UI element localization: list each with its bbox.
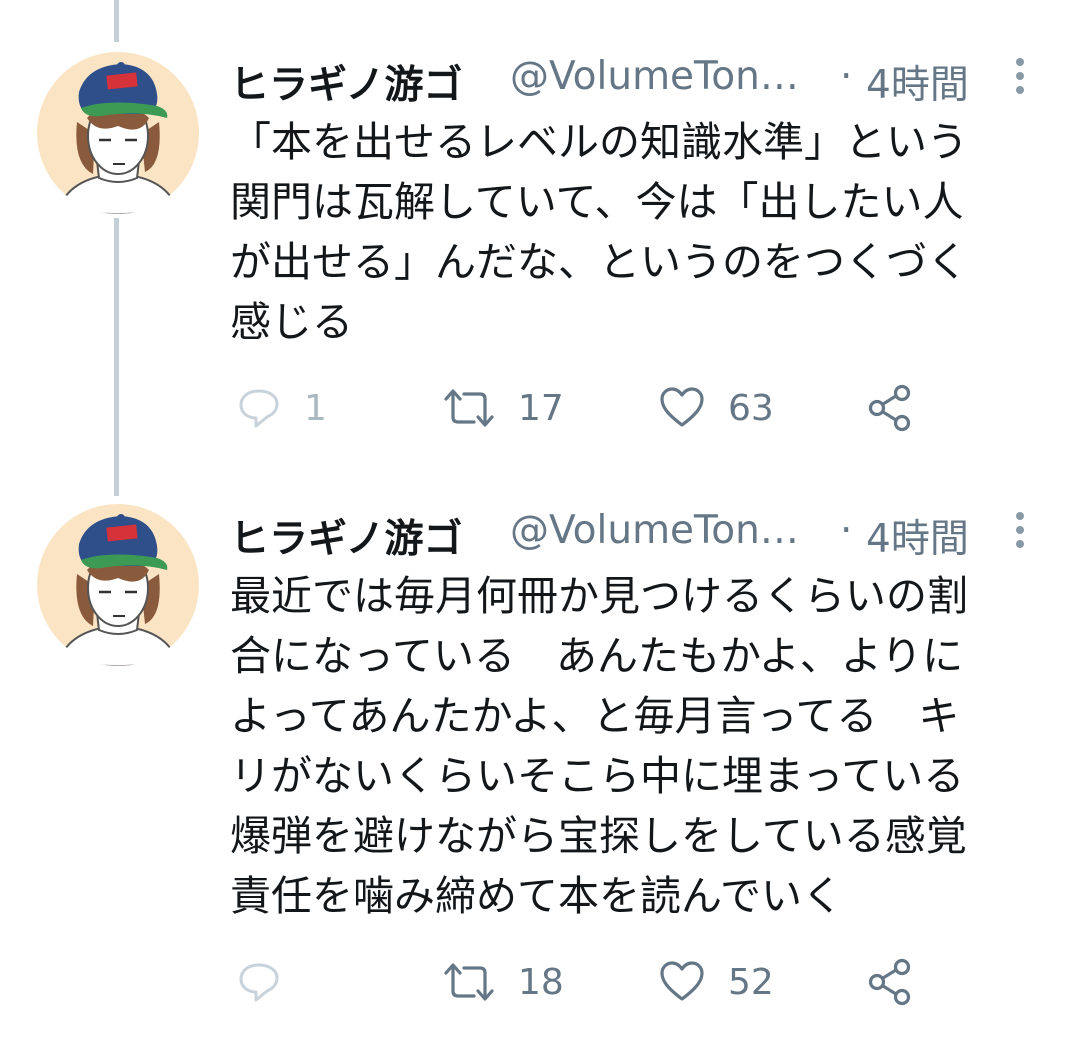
avatar[interactable]	[37, 52, 199, 214]
like-button[interactable]: 63	[658, 378, 774, 438]
tweet-text-line: 関門は瓦解していて、今は「出したい人	[230, 178, 964, 226]
share-button[interactable]	[866, 378, 916, 438]
display-name[interactable]: ヒラギノ游ゴ	[230, 508, 462, 564]
retweet-icon	[444, 389, 494, 427]
tweet-text: 「本を出せるレベルの知識水準」という 関門は瓦解していて、今は「出したい人 が出せる…	[230, 112, 1050, 352]
user-handle[interactable]: @VolumeTon…	[510, 54, 799, 99]
tweet-text-line: 最近では毎月何冊か見つけるくらいの割	[230, 572, 968, 620]
meta-separator: ·	[840, 508, 853, 553]
share-icon	[868, 958, 911, 1006]
avatar[interactable]	[37, 504, 199, 666]
tweet-actions: 1 17 63	[230, 378, 1050, 438]
like-button[interactable]: 52	[658, 952, 774, 1012]
avatar-illustration-icon	[55, 62, 181, 214]
tweet-header: ヒラギノ游ゴ @VolumeTon… · 4時間	[230, 508, 1050, 568]
retweet-count: 17	[518, 387, 564, 429]
like-count: 63	[728, 387, 774, 429]
share-button[interactable]	[866, 952, 916, 1012]
timestamp[interactable]: 4時間	[866, 54, 969, 110]
tweet-text-line: よってあんたかよ、と毎月言ってる キ	[230, 692, 960, 740]
reply-button[interactable]: 1	[236, 378, 327, 438]
tweet-text-line: が出せる」んだな、というのをつくづく	[230, 238, 968, 286]
retweet-count: 18	[518, 961, 564, 1003]
timestamp[interactable]: 4時間	[866, 508, 969, 564]
like-count: 52	[728, 961, 774, 1003]
user-handle[interactable]: @VolumeTon…	[510, 508, 799, 553]
tweet-text-line: 責任を噛み締めて本を読んでいく	[230, 872, 843, 920]
display-name[interactable]: ヒラギノ游ゴ	[230, 54, 462, 110]
tweet-2[interactable]: ヒラギノ游ゴ @VolumeTon… · 4時間 最近では毎月何冊か見つけるくら…	[0, 496, 1080, 1038]
tweet-text: 最近では毎月何冊か見つけるくらいの割 合になっている あんたもかよ、よりに よってあ…	[230, 566, 1050, 926]
reply-button[interactable]	[236, 952, 304, 1012]
tweet-header: ヒラギノ游ゴ @VolumeTon… · 4時間	[230, 54, 1050, 114]
share-icon	[868, 384, 911, 432]
heart-icon	[660, 961, 704, 1001]
reply-icon	[239, 389, 279, 428]
tweet-actions: 18 52	[230, 952, 1050, 1012]
tweet-text-line: 感じる	[230, 298, 353, 346]
more-options-icon[interactable]	[1012, 512, 1028, 552]
avatar-illustration-icon	[55, 514, 181, 666]
tweet-text-line: 爆弾を避けながら宝探しをしている感覚	[230, 812, 967, 860]
reply-count: 1	[304, 387, 327, 429]
retweet-button[interactable]: 18	[442, 952, 564, 1012]
tweet-1[interactable]: ヒラギノ游ゴ @VolumeTon… · 4時間 「本を出せるレベルの知識水準」…	[0, 0, 1080, 490]
retweet-button[interactable]: 17	[442, 378, 564, 438]
heart-icon	[660, 387, 704, 427]
tweet-text-line: 「本を出せるレベルの知識水準」という	[230, 118, 968, 166]
reply-icon	[239, 963, 279, 1002]
retweet-icon	[444, 963, 494, 1001]
more-options-icon[interactable]	[1012, 58, 1028, 98]
tweet-text-line: 合になっている あんたもかよ、よりに	[230, 632, 964, 680]
tweet-text-line: リがないくらいそこら中に埋まっている	[230, 752, 965, 800]
meta-separator: ·	[840, 54, 853, 99]
